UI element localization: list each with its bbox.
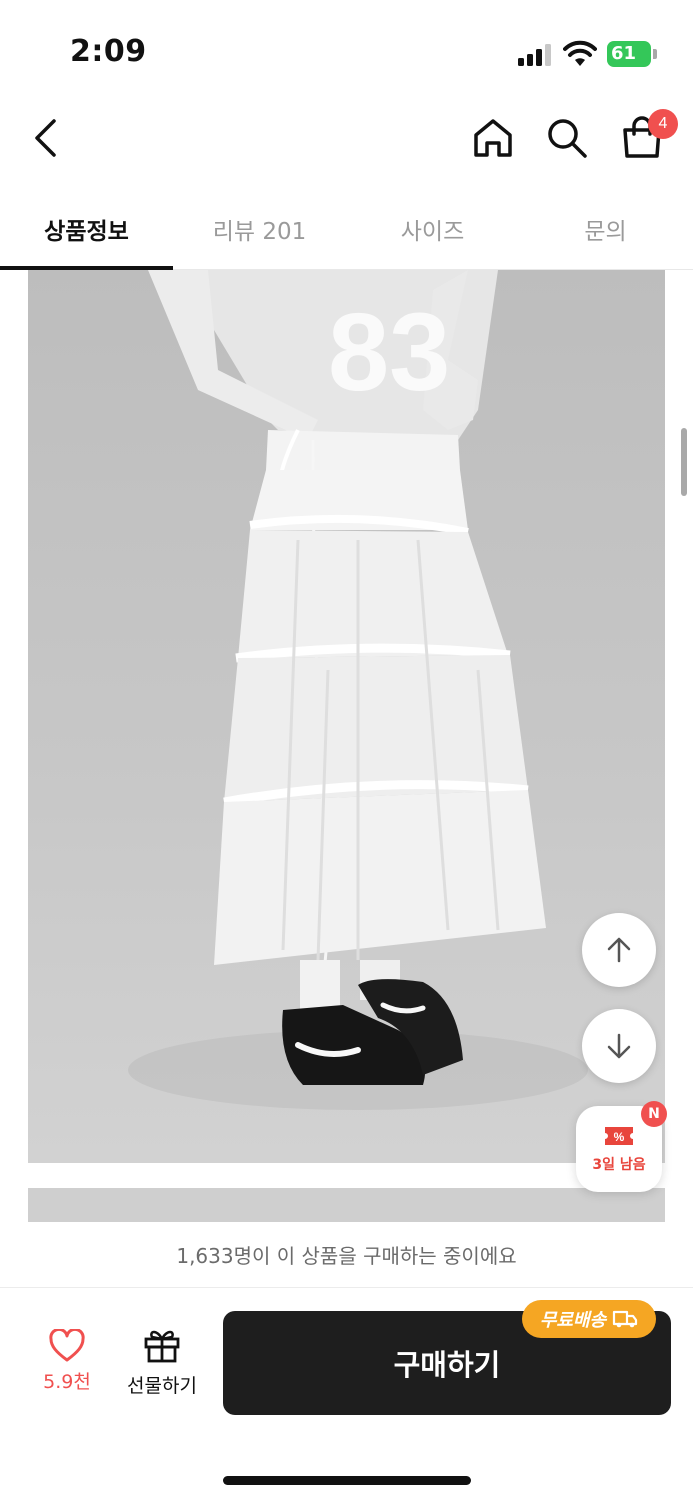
purchase-notice: 1,633명이 이 상품을 구매하는 중이에요 bbox=[0, 1222, 693, 1288]
scroll-up-button[interactable] bbox=[582, 913, 656, 987]
tab-size[interactable]: 사이즈 bbox=[346, 190, 519, 268]
battery-icon: 61 bbox=[607, 41, 657, 67]
coupon-label: 3일 남음 bbox=[592, 1157, 646, 1173]
tab-inquiry[interactable]: 문의 bbox=[519, 190, 692, 268]
gift-button[interactable]: 선물하기 bbox=[116, 1327, 208, 1409]
wifi-icon bbox=[563, 40, 597, 68]
home-button[interactable] bbox=[466, 110, 520, 166]
delivery-truck-icon bbox=[613, 1310, 638, 1328]
heart-icon bbox=[49, 1329, 85, 1362]
gift-label: 선물하기 bbox=[127, 1375, 197, 1397]
search-icon bbox=[548, 119, 587, 158]
top-navigation bbox=[0, 100, 693, 180]
arrow-up-icon bbox=[607, 937, 631, 963]
tab-reviews[interactable]: 리뷰 201 bbox=[173, 190, 346, 268]
search-button[interactable] bbox=[540, 110, 594, 166]
like-button[interactable]: 5.9천 bbox=[28, 1329, 106, 1409]
back-button[interactable] bbox=[20, 110, 70, 166]
home-icon bbox=[474, 119, 512, 157]
status-time: 2:09 bbox=[70, 34, 147, 69]
scroll-down-button[interactable] bbox=[582, 1009, 656, 1083]
arrow-down-icon bbox=[607, 1033, 631, 1059]
like-count: 5.9천 bbox=[43, 1371, 91, 1393]
product-tabs: 상품정보 리뷰 201 사이즈 문의 bbox=[0, 190, 693, 270]
free-shipping-label: 무료배송 bbox=[539, 1310, 607, 1331]
status-bar: 2:09 61 bbox=[0, 0, 693, 100]
chevron-left-icon bbox=[35, 119, 56, 157]
tab-product-info[interactable]: 상품정보 bbox=[0, 190, 173, 268]
cart-count-badge: 4 bbox=[648, 109, 678, 139]
product-photo: 83 bbox=[28, 270, 665, 1163]
coupon-icon: % bbox=[605, 1127, 633, 1145]
svg-text:%: % bbox=[614, 1130, 625, 1144]
gift-icon bbox=[144, 1330, 180, 1363]
free-shipping-badge: 무료배송 bbox=[522, 1300, 656, 1338]
home-indicator bbox=[223, 1476, 471, 1485]
coupon-new-badge: N bbox=[641, 1101, 667, 1127]
cellular-signal-icon bbox=[518, 44, 552, 66]
scrollbar[interactable] bbox=[681, 428, 687, 496]
battery-level: 61 bbox=[607, 41, 651, 67]
shirt-number: 83 bbox=[328, 291, 450, 414]
